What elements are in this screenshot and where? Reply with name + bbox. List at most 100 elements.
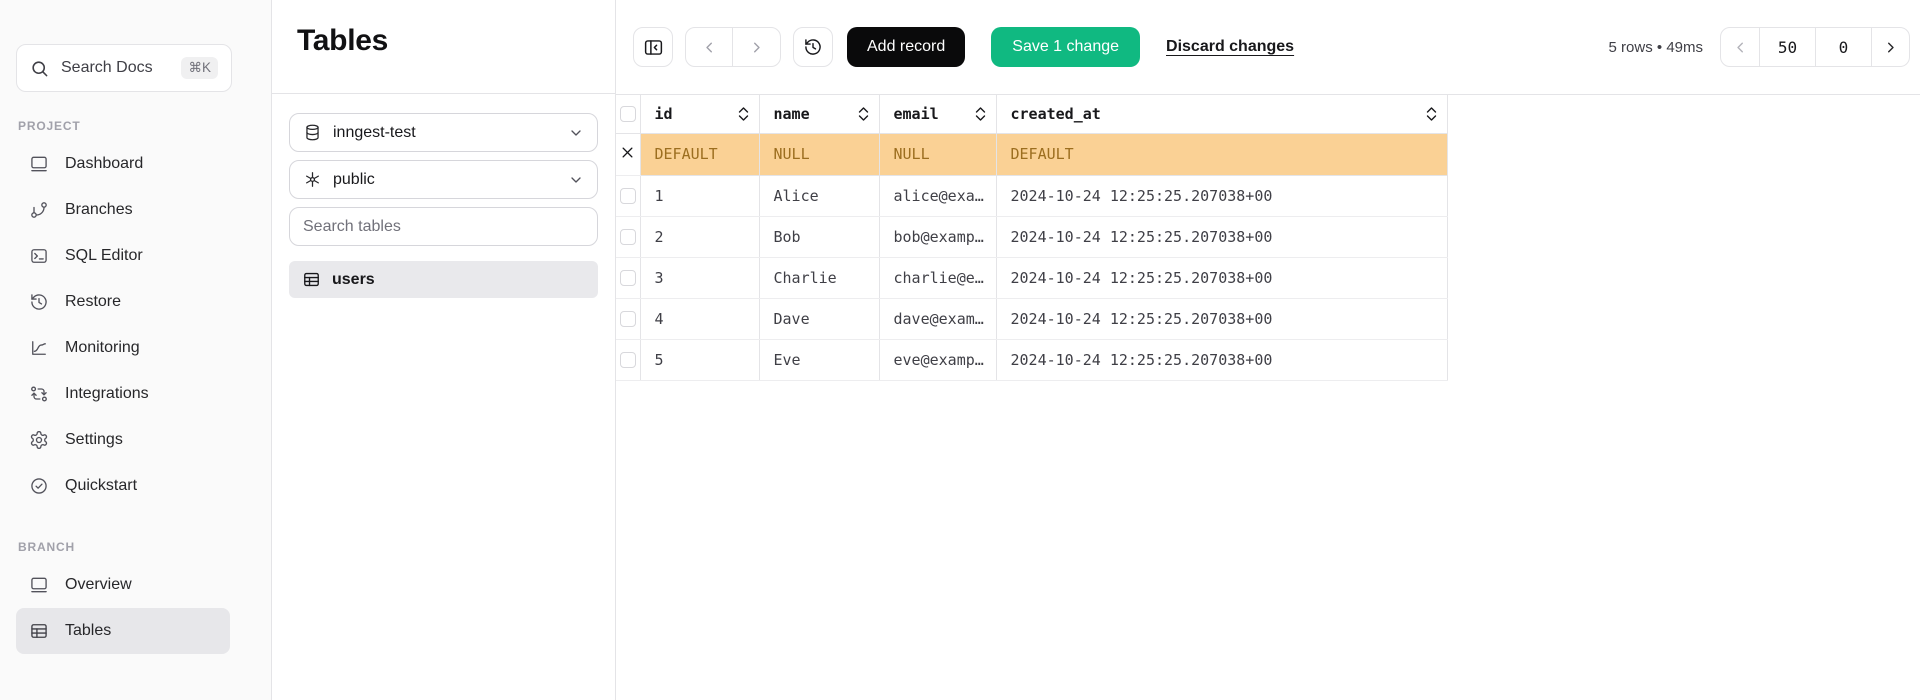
row-checkbox[interactable] (620, 270, 636, 286)
sidebar-item-sql-editor[interactable]: SQL Editor (16, 233, 230, 279)
row-checkbox[interactable] (620, 352, 636, 368)
column-header-created-at[interactable]: created_at (996, 95, 1447, 133)
cell[interactable]: Bob (759, 216, 879, 257)
cell[interactable]: NULL (879, 133, 996, 175)
gear-icon (29, 430, 49, 450)
chevron-left-icon (1732, 39, 1749, 56)
cell[interactable]: 2024-10-24 12:25:25.207038+00 (996, 175, 1447, 216)
table-view: Add record Save 1 change Discard changes… (616, 0, 1920, 700)
sidebar-item-label: Quickstart (65, 477, 137, 495)
chevron-down-icon (568, 125, 584, 141)
chevron-right-icon (748, 39, 765, 56)
history-button[interactable] (793, 27, 833, 67)
cell[interactable]: Dave (759, 298, 879, 339)
sidebar-item-label: Dashboard (65, 155, 143, 173)
page-prev-button[interactable] (1721, 28, 1759, 66)
sidebar-item-dashboard[interactable]: Dashboard (16, 141, 230, 187)
discard-changes-link[interactable]: Discard changes (1166, 38, 1294, 56)
search-docs-button[interactable]: Search Docs ⌘K (16, 44, 232, 92)
cell[interactable]: DEFAULT (640, 133, 759, 175)
table-icon (29, 621, 49, 641)
table-toolbar: Add record Save 1 change Discard changes… (616, 0, 1920, 95)
table-row: 2 Bob bob@example.com 2024-10-24 12:25:2… (616, 216, 1447, 257)
app-root: Search Docs ⌘K PROJECT Dashboard Branche… (0, 0, 1920, 700)
cell[interactable]: 2024-10-24 12:25:25.207038+00 (996, 257, 1447, 298)
data-grid-area: id name email created_at DEFAULT NULL NU… (616, 95, 1920, 700)
row-checkbox[interactable] (620, 188, 636, 204)
column-header-email[interactable]: email (879, 95, 996, 133)
row-count-status: 5 rows • 49ms (1609, 39, 1703, 56)
page-next-button[interactable] (1871, 28, 1909, 66)
close-icon[interactable] (620, 145, 635, 160)
sidebar-item-monitoring[interactable]: Monitoring (16, 325, 230, 371)
sidebar-item-overview[interactable]: Overview (16, 562, 230, 608)
sort-icon (737, 106, 750, 122)
select-all-checkbox[interactable] (620, 106, 636, 122)
header-row: id name email created_at (616, 95, 1447, 133)
cell[interactable]: 4 (640, 298, 759, 339)
database-select[interactable]: inngest-test (289, 113, 598, 152)
cell[interactable]: 2 (640, 216, 759, 257)
cell[interactable]: 3 (640, 257, 759, 298)
sidebar-item-label: Integrations (65, 385, 149, 403)
cell[interactable]: Charlie (759, 257, 879, 298)
database-icon (303, 123, 322, 142)
chevron-left-icon (701, 39, 718, 56)
sort-icon (1425, 106, 1438, 122)
database-select-value: inngest-test (333, 124, 416, 142)
sidebar-item-branches[interactable]: Branches (16, 187, 230, 233)
cell[interactable]: DEFAULT (996, 133, 1447, 175)
column-header-id[interactable]: id (640, 95, 759, 133)
cell[interactable]: 2024-10-24 12:25:25.207038+00 (996, 339, 1447, 380)
cell[interactable]: 2024-10-24 12:25:25.207038+00 (996, 216, 1447, 257)
cell[interactable]: alice@example.com (879, 175, 996, 216)
restore-icon (29, 292, 49, 312)
search-tables-input[interactable] (303, 218, 584, 236)
table-icon (302, 270, 321, 289)
collapse-panel-button[interactable] (633, 27, 673, 67)
monitoring-icon (29, 338, 49, 358)
project-nav: Dashboard Branches SQL Editor Restore Mo… (16, 141, 251, 509)
cell[interactable]: 2024-10-24 12:25:25.207038+00 (996, 298, 1447, 339)
cell[interactable]: bob@example.com (879, 216, 996, 257)
dashboard-icon (29, 154, 49, 174)
sidebar-item-restore[interactable]: Restore (16, 279, 230, 325)
data-grid: id name email created_at DEFAULT NULL NU… (616, 95, 1448, 381)
table-row: 1 Alice alice@example.com 2024-10-24 12:… (616, 175, 1447, 216)
sidebar: Search Docs ⌘K PROJECT Dashboard Branche… (0, 0, 272, 700)
cell[interactable]: NULL (759, 133, 879, 175)
schema-select[interactable]: public (289, 160, 598, 199)
save-changes-button[interactable]: Save 1 change (991, 27, 1140, 67)
cell[interactable]: Eve (759, 339, 879, 380)
schema-select-value: public (333, 171, 375, 189)
sidebar-item-settings[interactable]: Settings (16, 417, 230, 463)
page-title: Tables (297, 24, 590, 58)
sidebar-item-integrations[interactable]: Integrations (16, 371, 230, 417)
sidebar-item-label: Tables (65, 622, 111, 640)
row-checkbox[interactable] (620, 229, 636, 245)
cell[interactable]: 1 (640, 175, 759, 216)
page-offset-field[interactable]: 0 (1815, 28, 1871, 66)
cell[interactable]: Alice (759, 175, 879, 216)
table-list-item-users[interactable]: users (289, 261, 598, 298)
next-record-button[interactable] (733, 28, 780, 66)
pending-row-remove-cell (616, 133, 640, 175)
search-icon (30, 59, 49, 78)
prev-record-button[interactable] (686, 28, 733, 66)
sidebar-item-quickstart[interactable]: Quickstart (16, 463, 230, 509)
chevron-down-icon (568, 172, 584, 188)
search-docs-label: Search Docs (61, 59, 153, 77)
sidebar-item-tables[interactable]: Tables (16, 608, 230, 654)
page-size-field[interactable]: 50 (1759, 28, 1815, 66)
branches-icon (29, 200, 49, 220)
add-record-button[interactable]: Add record (847, 27, 965, 67)
row-checkbox[interactable] (620, 311, 636, 327)
cell[interactable]: eve@example.com (879, 339, 996, 380)
cell[interactable]: 5 (640, 339, 759, 380)
cell[interactable]: charlie@example.com (879, 257, 996, 298)
column-header-name[interactable]: name (759, 95, 879, 133)
project-section-label: PROJECT (18, 119, 251, 133)
tables-panel-header: Tables (272, 0, 615, 94)
table-row: 5 Eve eve@example.com 2024-10-24 12:25:2… (616, 339, 1447, 380)
cell[interactable]: dave@example.com (879, 298, 996, 339)
